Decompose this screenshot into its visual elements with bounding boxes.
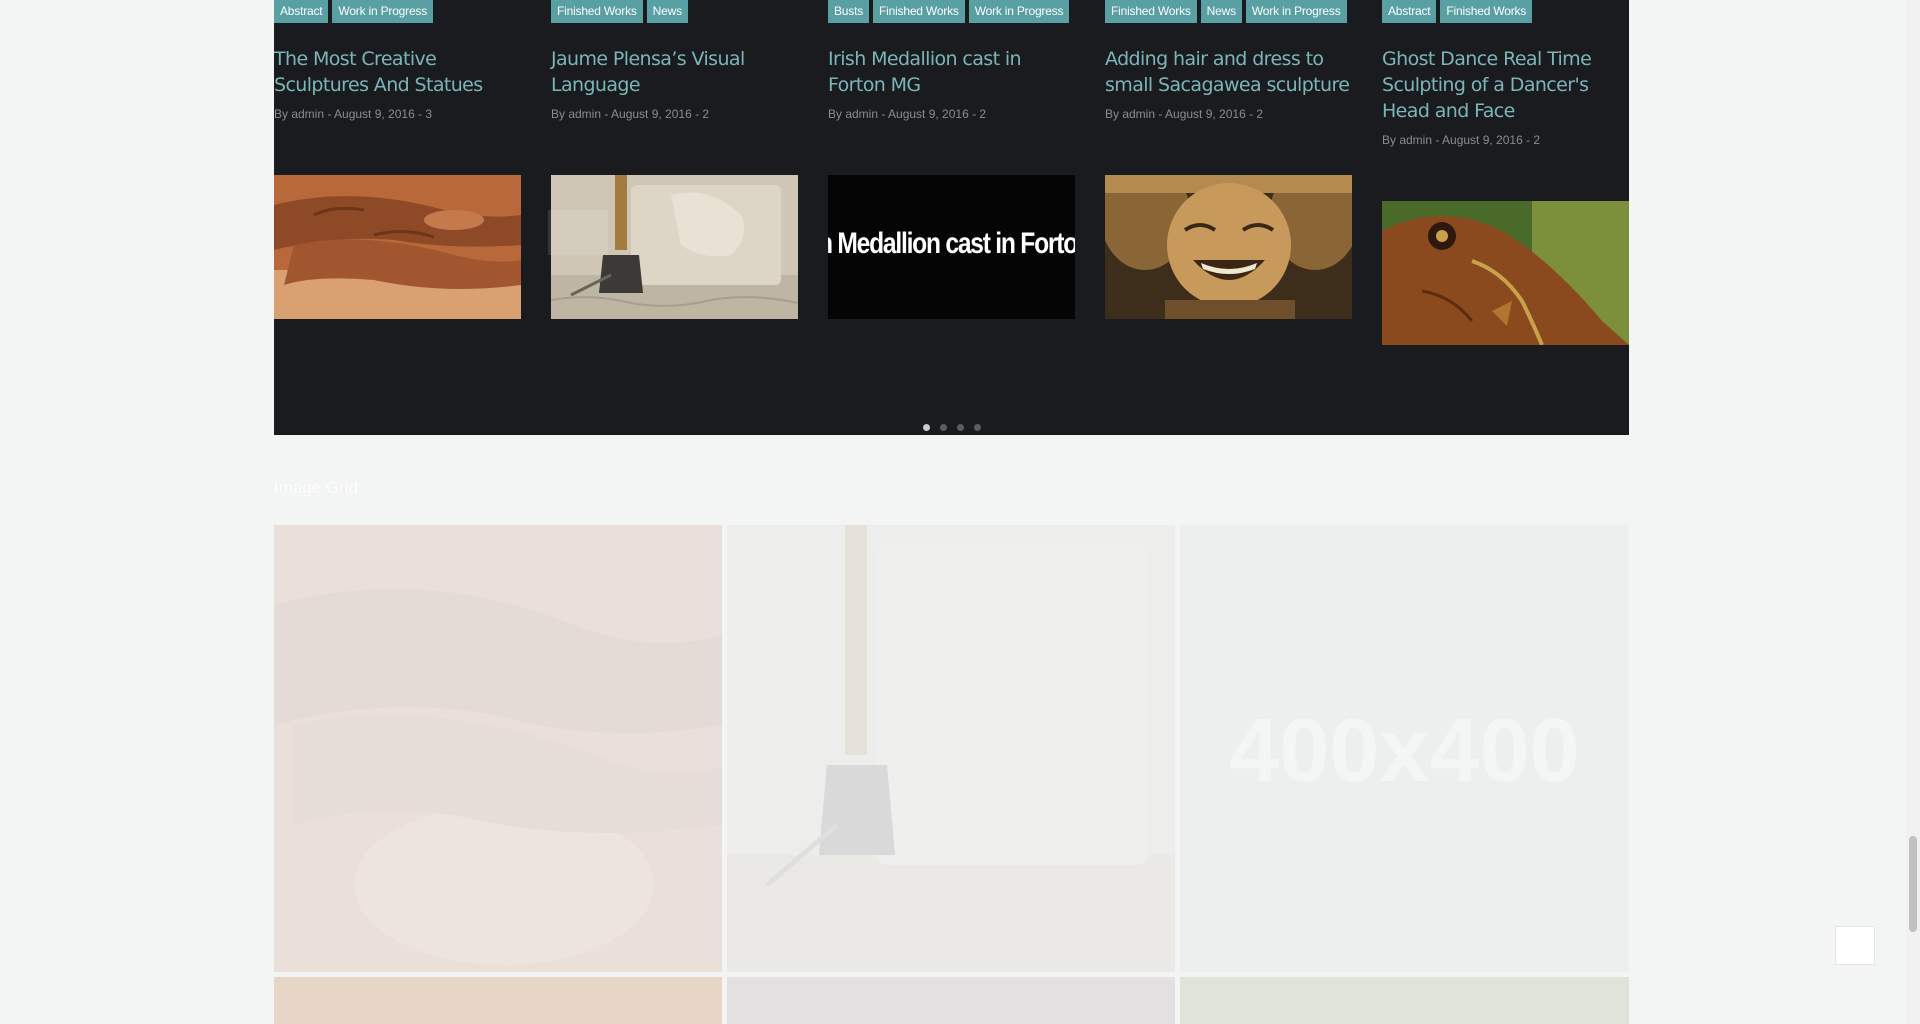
tag-link[interactable]: Abstract	[1382, 0, 1437, 23]
post-tags: Finished Works News	[551, 0, 798, 23]
grid-image[interactable]	[727, 525, 1175, 972]
post-title[interactable]: Jaume Plensa’s Visual Language	[551, 46, 798, 98]
back-to-top-button[interactable]	[1835, 926, 1875, 965]
page-scrollbar[interactable]	[1906, 0, 1920, 1024]
grid-image-placeholder[interactable]: 400x400	[1180, 525, 1629, 972]
tag-link[interactable]: Finished Works	[873, 0, 965, 23]
carousel-post: Abstract Finished Works Ghost Dance Real…	[1382, 0, 1629, 148]
scrollbar-thumb[interactable]	[1909, 836, 1917, 932]
tag-link[interactable]: Busts	[828, 0, 870, 23]
post-tags: Abstract Finished Works	[1382, 0, 1629, 23]
tag-link[interactable]: Work in Progress	[968, 0, 1070, 23]
fish-sculpture-image	[1382, 201, 1629, 345]
post-title[interactable]: The Most Creative Sculptures And Statues	[274, 46, 521, 98]
tag-link[interactable]: Work in Progress	[332, 0, 434, 23]
grid-image[interactable]	[274, 977, 722, 1024]
post-meta: By admin - August 9, 2016 - 2	[551, 107, 710, 121]
carousel-post: Finished Works News Jaume Plensa’s Visua…	[551, 0, 798, 122]
post-tags: Finished Works News Work in Progress	[1105, 0, 1352, 23]
post-tags: Abstract Work in Progress	[274, 0, 521, 23]
post-meta: By admin - August 9, 2016 - 2	[1105, 107, 1264, 121]
carousel-post: Abstract Work in Progress The Most Creat…	[274, 0, 521, 122]
tag-link[interactable]: Work in Progress	[1245, 0, 1347, 23]
post-thumbnail[interactable]	[1105, 175, 1352, 319]
thumbnail-text: n Medallion cast in Forton	[828, 227, 1075, 260]
grid-image[interactable]	[727, 977, 1175, 1024]
hands-on-clay-pot-image	[274, 525, 722, 972]
carousel-prev-button[interactable]	[548, 210, 608, 255]
grid-image[interactable]	[274, 525, 722, 972]
tag-link[interactable]: News	[646, 0, 688, 23]
tag-link[interactable]: Finished Works	[551, 0, 643, 23]
carousel-post: Busts Finished Works Work in Progress Ir…	[828, 0, 1075, 122]
hands-on-clay-pot-image	[274, 175, 521, 319]
carousel-dot[interactable]	[973, 424, 981, 431]
section-title: Image Grid	[274, 478, 359, 497]
post-meta: By admin - August 9, 2016 - 2	[828, 107, 987, 121]
laughing-buddha-image	[1105, 175, 1352, 319]
carousel-dot[interactable]	[939, 424, 947, 431]
carousel-dot[interactable]	[922, 424, 930, 431]
grid-image[interactable]	[1180, 977, 1629, 1024]
post-tags: Busts Finished Works Work in Progress	[828, 0, 1075, 23]
stone-carving-image	[727, 525, 1175, 972]
carousel-post: Finished Works News Work in Progress Add…	[1105, 0, 1352, 122]
post-thumbnail[interactable]: n Medallion cast in Forton	[828, 175, 1075, 319]
post-title[interactable]: Irish Medallion cast in Forton MG	[828, 46, 1075, 98]
tag-link[interactable]: Abstract	[274, 0, 329, 23]
tag-link[interactable]: News	[1200, 0, 1242, 23]
tag-link[interactable]: Finished Works	[1440, 0, 1533, 23]
tag-link[interactable]: Finished Works	[1105, 0, 1197, 23]
post-thumbnail[interactable]	[274, 175, 521, 319]
post-meta: By admin - August 9, 2016 - 2	[1382, 133, 1541, 147]
carousel-pagination	[274, 418, 1629, 435]
post-title[interactable]: Ghost Dance Real Time Sculpting of a Dan…	[1382, 46, 1629, 124]
carousel-dot[interactable]	[956, 424, 964, 431]
posts-carousel: Abstract Work in Progress The Most Creat…	[274, 0, 1629, 435]
post-thumbnail[interactable]	[1382, 201, 1629, 345]
post-title[interactable]: Adding hair and dress to small Sacagawea…	[1105, 46, 1352, 98]
post-meta: By admin - August 9, 2016 - 3	[274, 107, 433, 121]
placeholder-text: 400x400	[1229, 701, 1580, 801]
